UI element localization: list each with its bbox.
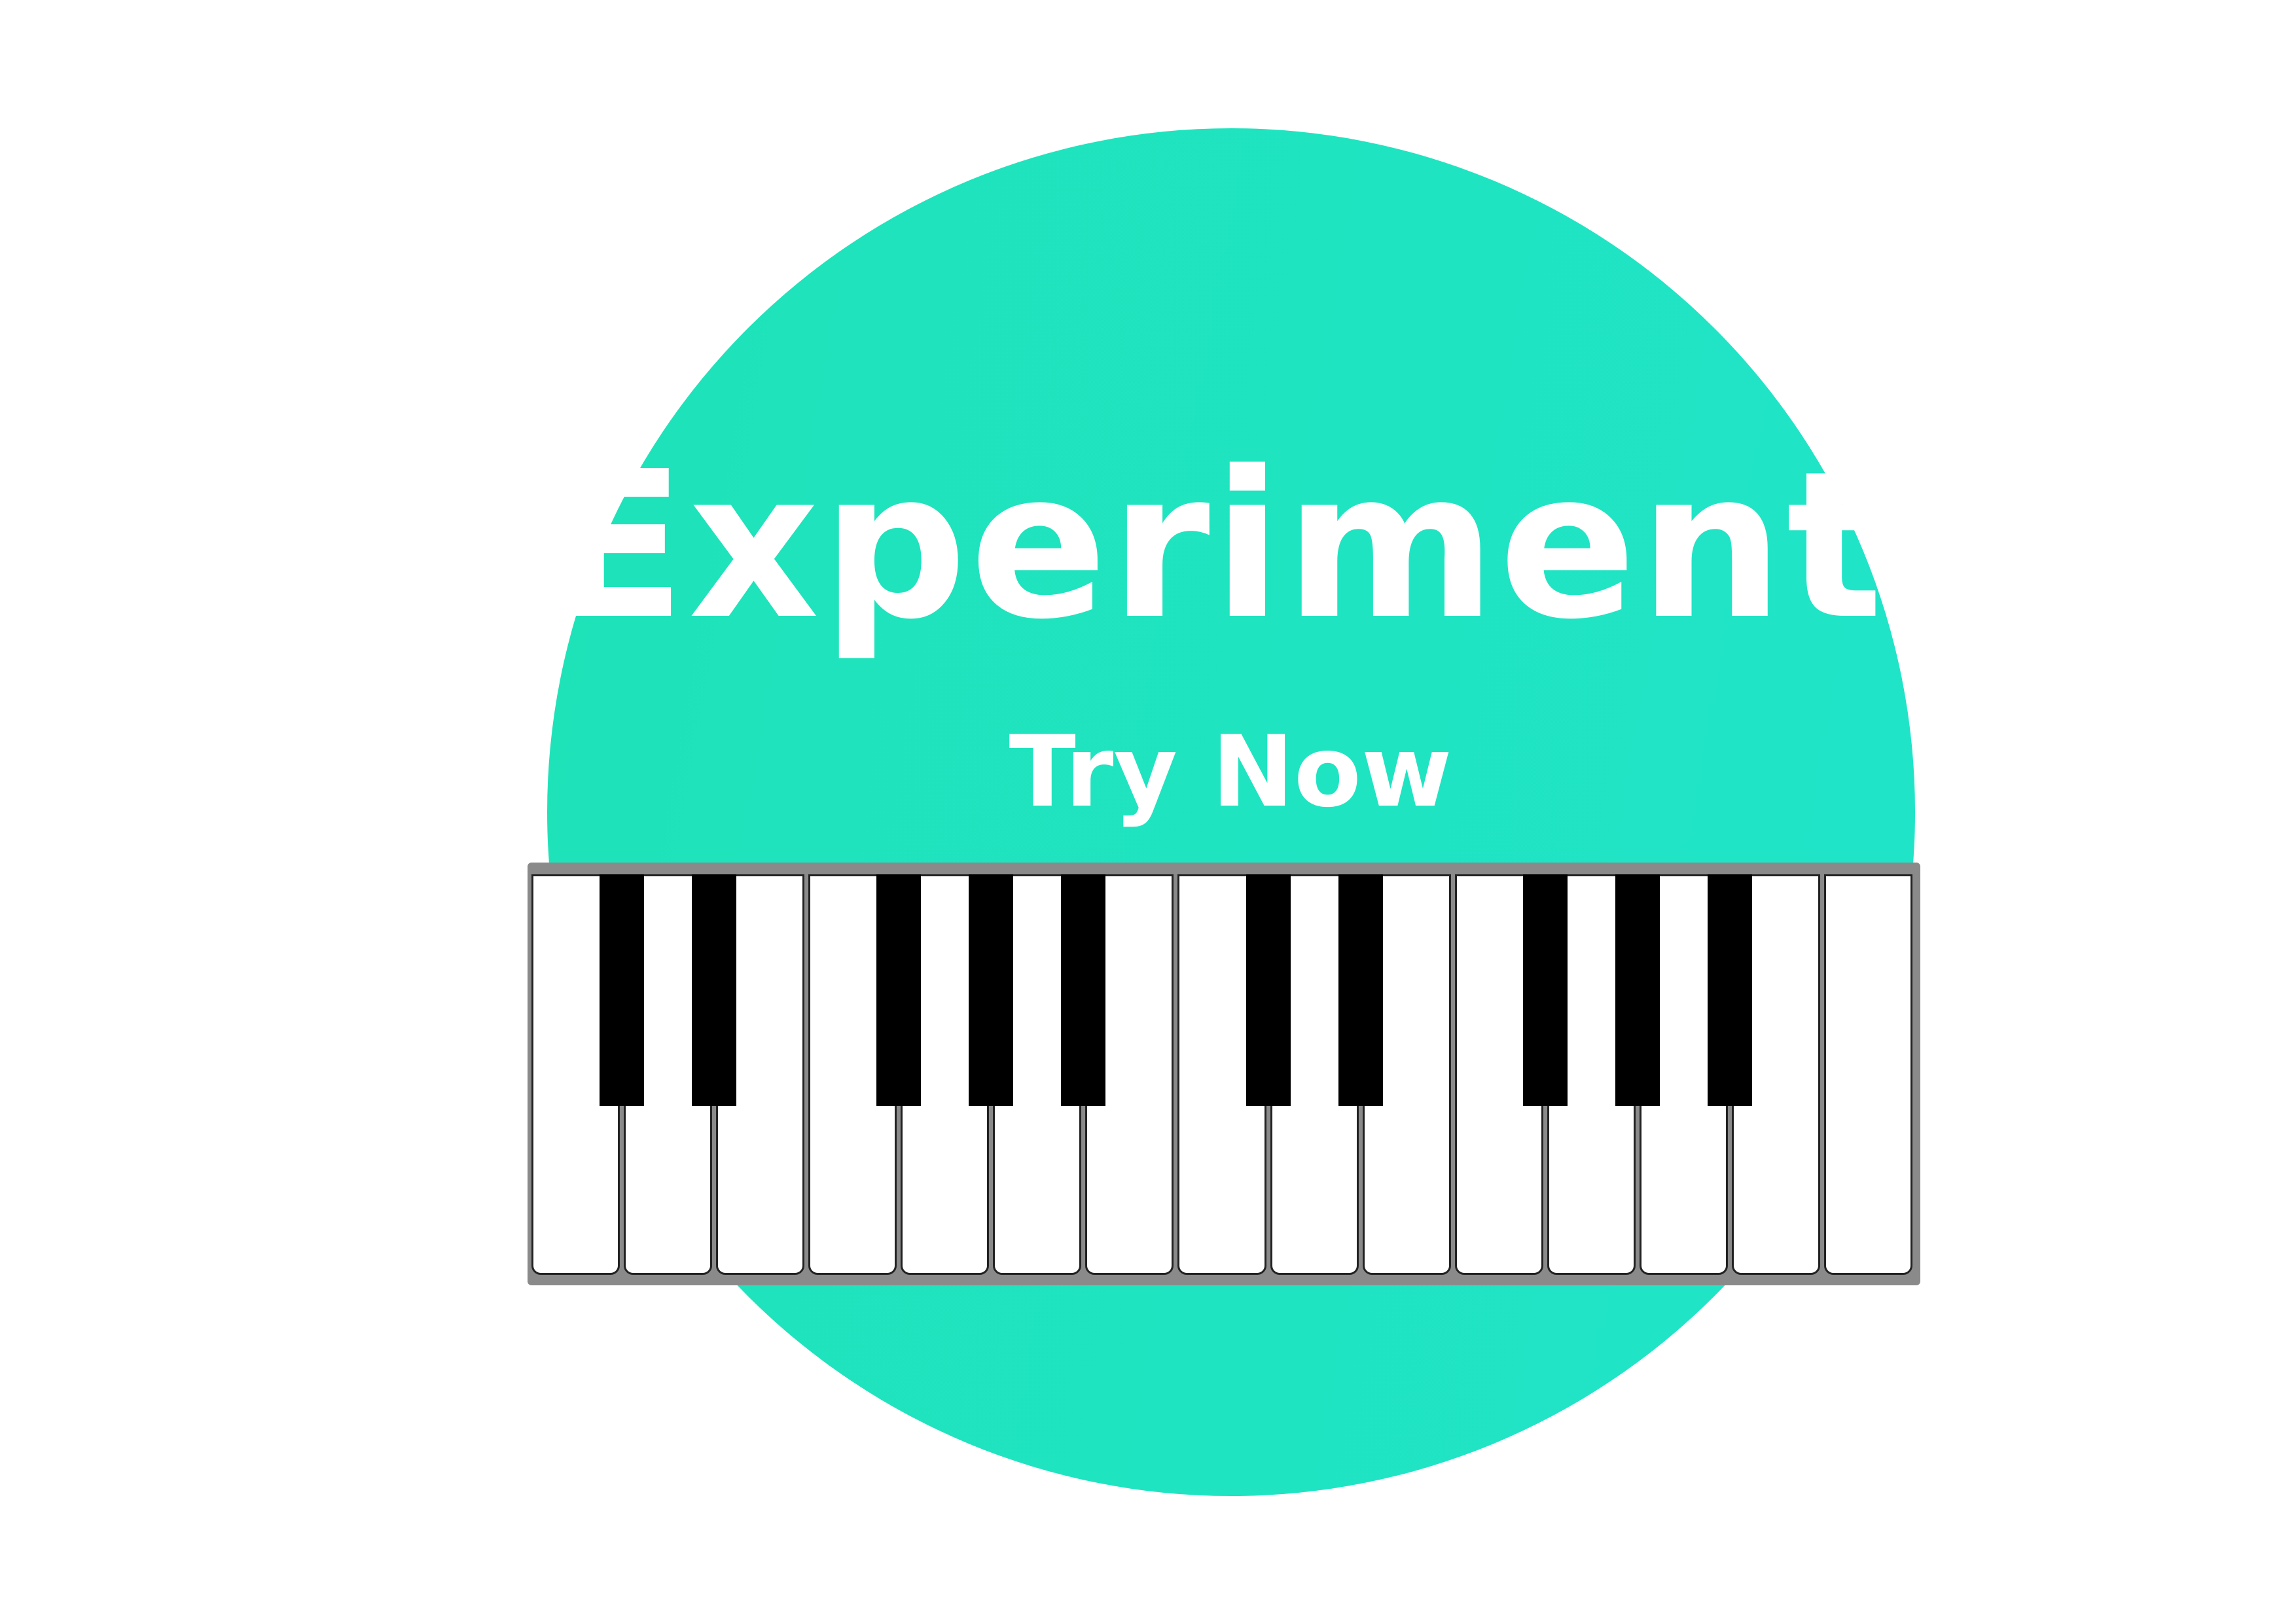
black-key[interactable]: [1615, 874, 1660, 1106]
black-key[interactable]: [600, 874, 645, 1106]
black-key[interactable]: [969, 874, 1014, 1106]
try-now-button[interactable]: Try Now: [982, 700, 1479, 844]
black-key[interactable]: [1338, 874, 1383, 1106]
headline: Experimente: [547, 428, 2026, 664]
promo-banner: Experimente Try Now: [0, 0, 2296, 1623]
piano-keyboard: [528, 863, 1920, 1285]
black-key[interactable]: [1522, 874, 1568, 1106]
black-key[interactable]: [876, 874, 922, 1106]
black-key[interactable]: [1246, 874, 1291, 1106]
black-key[interactable]: [692, 874, 737, 1106]
white-key[interactable]: [1823, 874, 1912, 1275]
black-key[interactable]: [1707, 874, 1752, 1106]
black-key[interactable]: [1061, 874, 1106, 1106]
